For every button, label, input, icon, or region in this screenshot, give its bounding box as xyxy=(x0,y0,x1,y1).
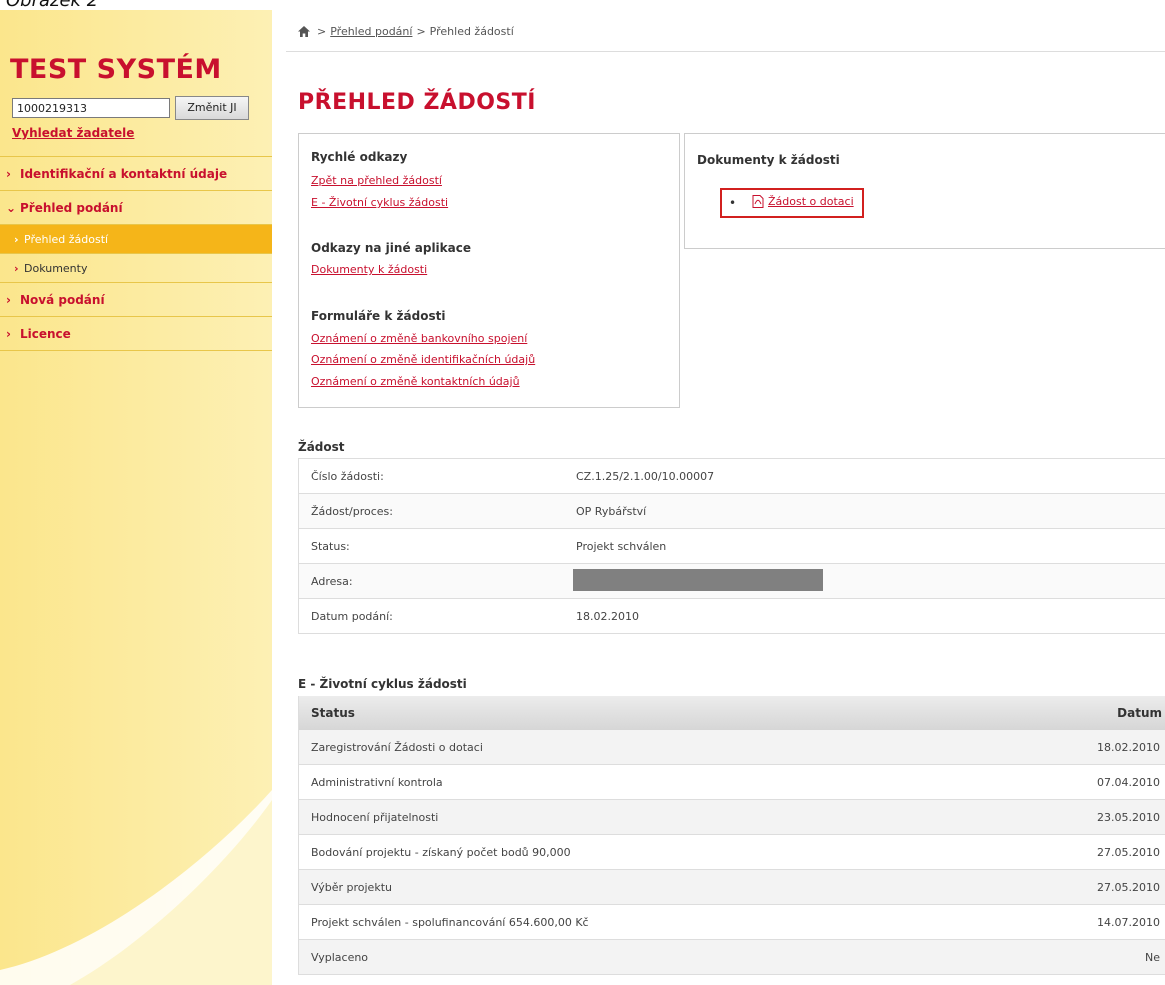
menu-divider xyxy=(0,350,272,351)
detail-value: OP Rybářství xyxy=(576,504,647,518)
chevron-down-icon: ⌄ xyxy=(6,200,17,215)
lifecycle-table: Status Datum Zaregistrování Žádosti o do… xyxy=(298,696,1165,975)
ji-input[interactable] xyxy=(12,98,170,118)
documents-panel: Dokumenty k žádosti • Žádost o dotaci xyxy=(684,133,1165,249)
search-applicant-link[interactable]: Vyhledat žadatele xyxy=(12,126,134,140)
sidebar: TEST SYSTÉM Změnit JI Vyhledat žadatele … xyxy=(0,10,272,985)
back-to-requests-link[interactable]: Zpět na přehled žádostí xyxy=(311,174,442,187)
redacted-address xyxy=(573,568,823,591)
breadcrumb-separator: > xyxy=(416,25,426,38)
home-icon[interactable] xyxy=(298,26,310,37)
quick-links-heading: Rychlé odkazy xyxy=(311,150,408,164)
document-link-application[interactable]: Žádost o dotaci xyxy=(768,195,854,208)
column-header-date: Datum xyxy=(1117,706,1162,720)
documents-link[interactable]: Dokumenty k žádosti xyxy=(311,263,427,276)
chevron-right-icon: › xyxy=(6,326,11,341)
menu-item-label: Identifikační a kontaktní údaje xyxy=(20,166,228,181)
quick-links-panel: Rychlé odkazy Zpět na přehled žádostí E … xyxy=(298,133,680,408)
breadcrumb-current: Přehled žádostí xyxy=(429,25,514,38)
detail-label: Číslo žádosti: xyxy=(311,469,384,483)
date-cell: 27.05.2010 xyxy=(1097,845,1160,859)
detail-label: Datum podání: xyxy=(311,609,393,623)
date-cell: 07.04.2010 xyxy=(1097,775,1160,789)
status-cell: Hodnocení přijatelnosti xyxy=(311,810,439,824)
menu-item-new-submissions[interactable]: › Nová podání xyxy=(0,282,272,316)
menu-subitem-label: Dokumenty xyxy=(24,261,88,275)
detail-value: CZ.1.25/2.1.00/10.00007 xyxy=(576,469,715,483)
page-title: PŘEHLED ŽÁDOSTÍ xyxy=(298,90,536,115)
forms-heading: Formuláře k žádosti xyxy=(311,309,446,323)
detail-label: Status: xyxy=(311,539,350,553)
menu-item-licences[interactable]: › Licence xyxy=(0,316,272,350)
column-header-status: Status xyxy=(311,706,355,720)
breadcrumb-link-overview[interactable]: Přehled podání xyxy=(330,25,412,38)
table-header: Status Datum xyxy=(299,696,1165,730)
menu-subitem-documents[interactable]: › Dokumenty xyxy=(0,253,272,282)
breadcrumb: > Přehled podání > Přehled žádostí xyxy=(298,25,514,38)
chevron-right-icon: › xyxy=(6,292,11,307)
date-cell: 23.05.2010 xyxy=(1097,810,1160,824)
list-bullet: • xyxy=(729,196,737,210)
lifecycle-heading: E - Životní cyklus žádosti xyxy=(298,677,467,691)
request-detail-table: Číslo žádosti: CZ.1.25/2.1.00/10.00007 Ž… xyxy=(298,458,1165,634)
other-apps-heading: Odkazy na jiné aplikace xyxy=(311,241,472,255)
menu-item-identification[interactable]: › Identifikační a kontaktní údaje xyxy=(0,156,272,190)
request-heading: Žádost xyxy=(298,440,345,454)
lifecycle-rows: Zaregistrování Žádosti o dotaci 18.02.20… xyxy=(299,730,1165,975)
form-bank-change-link[interactable]: Oznámení o změně bankovního spojení xyxy=(311,332,527,345)
status-cell: Vyplaceno xyxy=(311,950,369,964)
chevron-right-icon: › xyxy=(6,166,11,181)
menu-item-label: Přehled podání xyxy=(20,200,123,215)
table-row: Žádost/proces: OP Rybářství xyxy=(299,494,1165,529)
form-contact-change-link[interactable]: Oznámení o změně kontaktních údajů xyxy=(311,375,520,388)
table-row: Administrativní kontrola 07.04.2010 xyxy=(299,765,1165,800)
menu-item-label: Licence xyxy=(20,326,71,341)
breadcrumb-separator: > xyxy=(317,25,327,38)
app-title: TEST SYSTÉM xyxy=(10,54,222,85)
status-cell: Bodování projektu - získaný počet bodů 9… xyxy=(311,845,571,859)
status-cell: Projekt schválen - spolufinancování 654.… xyxy=(311,915,589,929)
sidebar-menu: › Identifikační a kontaktní údaje ⌄ Přeh… xyxy=(0,156,272,351)
pdf-icon xyxy=(752,195,764,208)
menu-subitem-label: Přehled žádostí xyxy=(24,232,109,246)
divider xyxy=(286,51,1165,52)
menu-subitem-overview-requests[interactable]: › Přehled žádostí xyxy=(0,224,272,253)
change-ji-button[interactable]: Změnit JI xyxy=(175,96,249,120)
table-row: Hodnocení přijatelnosti 23.05.2010 xyxy=(299,800,1165,835)
table-row: Číslo žádosti: CZ.1.25/2.1.00/10.00007 xyxy=(299,459,1165,494)
table-row: Zaregistrování Žádosti o dotaci 18.02.20… xyxy=(299,730,1165,765)
date-cell: 27.05.2010 xyxy=(1097,880,1160,894)
table-row: Adresa: xyxy=(299,564,1165,599)
status-cell: Výběr projektu xyxy=(311,880,392,894)
detail-value: 18.02.2010 xyxy=(576,609,639,623)
status-cell: Zaregistrování Žádosti o dotaci xyxy=(311,740,483,754)
date-cell: 14.07.2010 xyxy=(1097,915,1160,929)
lifecycle-link[interactable]: E - Životní cyklus žádosti xyxy=(311,196,448,209)
date-cell: 18.02.2010 xyxy=(1097,740,1160,754)
form-ident-change-link[interactable]: Oznámení o změně identifikačních údajů xyxy=(311,353,535,366)
status-cell: Administrativní kontrola xyxy=(311,775,443,789)
documents-heading: Dokumenty k žádosti xyxy=(697,153,840,167)
menu-item-overview[interactable]: ⌄ Přehled podání xyxy=(0,190,272,224)
menu-item-label: Nová podání xyxy=(20,292,105,307)
table-row: Datum podání: 18.02.2010 xyxy=(299,599,1165,634)
detail-value xyxy=(573,568,1165,594)
table-row: Status: Projekt schválen xyxy=(299,529,1165,564)
table-row: Projekt schválen - spolufinancování 654.… xyxy=(299,905,1165,940)
detail-label: Adresa: xyxy=(311,574,353,588)
table-row: Bodování projektu - získaný počet bodů 9… xyxy=(299,835,1165,870)
table-row: Výběr projektu 27.05.2010 xyxy=(299,870,1165,905)
chevron-right-icon: › xyxy=(14,232,19,246)
date-cell: Ne xyxy=(1145,950,1160,964)
detail-value: Projekt schválen xyxy=(576,539,667,553)
table-row: Vyplaceno Ne xyxy=(299,940,1165,975)
chevron-right-icon: › xyxy=(14,261,19,275)
detail-label: Žádost/proces: xyxy=(311,504,393,518)
